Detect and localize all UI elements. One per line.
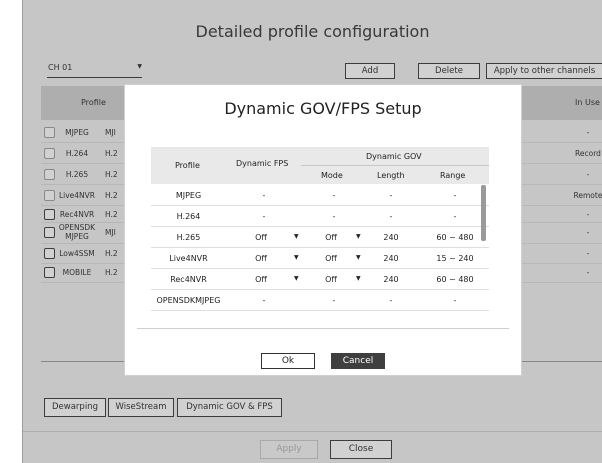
table-row: Rec4NVR Off ▼ Off ▼ 240 60 ~ 480: [151, 269, 489, 290]
row-profile: H.264: [176, 212, 201, 221]
table-row: H.265 Off ▼ Off ▼ 240 60 ~ 480: [151, 227, 489, 248]
row-gov-mode: -: [332, 191, 336, 200]
row-gov-range: 60 ~ 480: [436, 275, 474, 284]
row-gov-length: -: [389, 296, 393, 305]
row-gov-length-input[interactable]: 240: [366, 275, 416, 284]
row-gov-range: -: [453, 296, 457, 305]
header-dynamic-gov: Dynamic GOV: [366, 152, 422, 161]
row-dynamic-fps-select[interactable]: Off: [239, 254, 283, 263]
header-range: Range: [440, 171, 466, 180]
header-divider: [301, 165, 489, 166]
row-profile: OPENSDKMJPEG: [156, 296, 221, 305]
row-gov-length-input[interactable]: 240: [366, 233, 416, 242]
row-profile: Live4NVR: [169, 254, 208, 263]
row-dynamic-fps-select[interactable]: Off: [239, 275, 283, 284]
chevron-down-icon[interactable]: ▼: [356, 233, 361, 240]
row-gov-mode: -: [332, 212, 336, 221]
row-gov-range: -: [453, 191, 457, 200]
row-gov-length: -: [389, 191, 393, 200]
header-profile: Profile: [175, 161, 200, 170]
row-divider: [151, 310, 489, 311]
row-gov-mode: -: [332, 296, 336, 305]
chevron-down-icon[interactable]: ▼: [356, 254, 361, 261]
row-dynamic-fps: -: [262, 296, 266, 305]
chevron-down-icon[interactable]: ▼: [356, 275, 361, 282]
cancel-button[interactable]: Cancel: [331, 353, 385, 369]
row-profile: MJPEG: [175, 191, 202, 200]
chevron-down-icon[interactable]: ▼: [294, 254, 299, 261]
table-scrollbar[interactable]: [481, 185, 486, 241]
dialog-title: Dynamic GOV/FPS Setup: [224, 99, 422, 118]
row-gov-mode-select[interactable]: Off: [309, 254, 353, 263]
row-profile: Rec4NVR: [170, 275, 207, 284]
table-row: H.264 - - - -: [151, 206, 489, 227]
row-gov-mode-select[interactable]: Off: [309, 233, 353, 242]
row-dynamic-fps: -: [262, 191, 266, 200]
row-dynamic-fps-select[interactable]: Off: [239, 233, 283, 242]
header-length: Length: [377, 171, 405, 180]
row-gov-length-input[interactable]: 240: [366, 254, 416, 263]
row-gov-length: -: [389, 212, 393, 221]
chevron-down-icon[interactable]: ▼: [294, 233, 299, 240]
row-gov-range: 60 ~ 480: [436, 233, 474, 242]
row-gov-mode-select[interactable]: Off: [309, 275, 353, 284]
table-row: MJPEG - - - -: [151, 185, 489, 206]
row-dynamic-fps: -: [262, 212, 266, 221]
dialog-divider: [137, 328, 509, 329]
table-row: OPENSDKMJPEG - - - -: [151, 290, 489, 311]
dynamic-gov-fps-dialog: Dynamic GOV/FPS Setup Profile Dynamic FP…: [124, 84, 522, 376]
header-dynamic-fps: Dynamic FPS: [236, 159, 289, 168]
ok-button[interactable]: Ok: [261, 353, 315, 369]
header-mode: Mode: [321, 171, 343, 180]
row-gov-range: -: [453, 212, 457, 221]
chevron-down-icon[interactable]: ▼: [294, 275, 299, 282]
row-profile: H.265: [176, 233, 201, 242]
row-gov-range: 15 ~ 240: [436, 254, 474, 263]
table-row: Live4NVR Off ▼ Off ▼ 240 15 ~ 240: [151, 248, 489, 269]
gov-fps-table-header: Profile Dynamic FPS Dynamic GOV Mode Len…: [151, 147, 489, 184]
